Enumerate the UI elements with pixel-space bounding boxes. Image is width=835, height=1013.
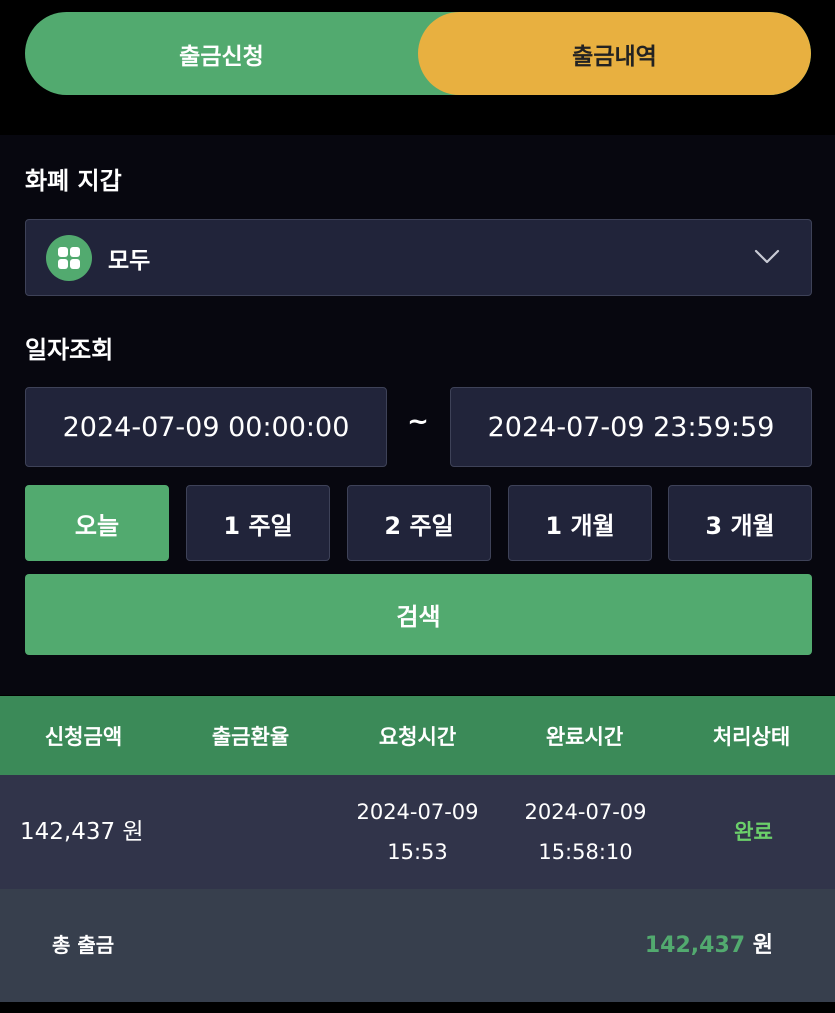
tab-withdraw-request[interactable]: 출금신청 [25,12,418,95]
period-1-month-button[interactable]: 1 개월 [508,485,652,561]
row-status: 완료 [734,820,773,844]
column-header-complete-time: 완료시간 [545,724,624,749]
search-panel: 화폐 지갑 모두 일자조회 2024-07-09 00:00:00 ~ 2024… [0,135,835,695]
total-unit: 원 [752,933,773,958]
grid-icon [46,234,92,281]
column-header-status: 처리상태 [712,724,791,749]
wallet-label: 화폐 지갑 [25,167,122,195]
row-request-time-text: 15:53 [387,840,448,864]
search-button[interactable]: 검색 [25,574,812,655]
total-value: 142,437 원 [645,927,773,959]
withdraw-tabs: 출금신청 출금내역 [25,12,811,95]
start-date-field[interactable]: 2024-07-09 00:00:00 [25,387,387,467]
total-row: 총 출금 142,437 원 [0,889,835,1002]
table-header: 신청금액 출금환율 요청시간 완료시간 처리상태 [0,696,835,775]
row-complete-time-text: 15:58:10 [538,840,633,864]
date-query-label: 일자조회 [25,336,114,364]
wallet-selected-value: 모두 [108,247,151,274]
period-1-week-button[interactable]: 1 주일 [186,485,330,561]
end-date-field[interactable]: 2024-07-09 23:59:59 [450,387,812,467]
column-header-request-time: 요청시간 [378,724,457,749]
period-2-weeks-button[interactable]: 2 주일 [347,485,491,561]
date-separator: ~ [407,407,429,437]
row-complete-time: 2024-07-09 15:58:10 [502,775,669,889]
total-label: 총 출금 [52,933,115,957]
period-today-button[interactable]: 오늘 [25,485,169,561]
row-request-date-text: 2024-07-09 [356,800,479,824]
row-amount: 142,437 원 [20,819,144,845]
total-amount: 142,437 [644,933,746,958]
row-complete-date-text: 2024-07-09 [524,800,647,824]
column-header-amount: 신청금액 [44,724,123,749]
tab-withdraw-history[interactable]: 출금내역 [418,12,811,95]
period-3-months-button[interactable]: 3 개월 [668,485,812,561]
table-row: 142,437 원 2024-07-09 15:53 2024-07-09 15… [0,775,835,889]
chevron-down-icon [754,249,780,264]
bottom-strip [0,1002,835,1013]
column-header-rate: 출금환율 [211,724,290,749]
wallet-select[interactable]: 모두 [25,219,812,296]
row-request-time: 2024-07-09 15:53 [334,775,501,889]
